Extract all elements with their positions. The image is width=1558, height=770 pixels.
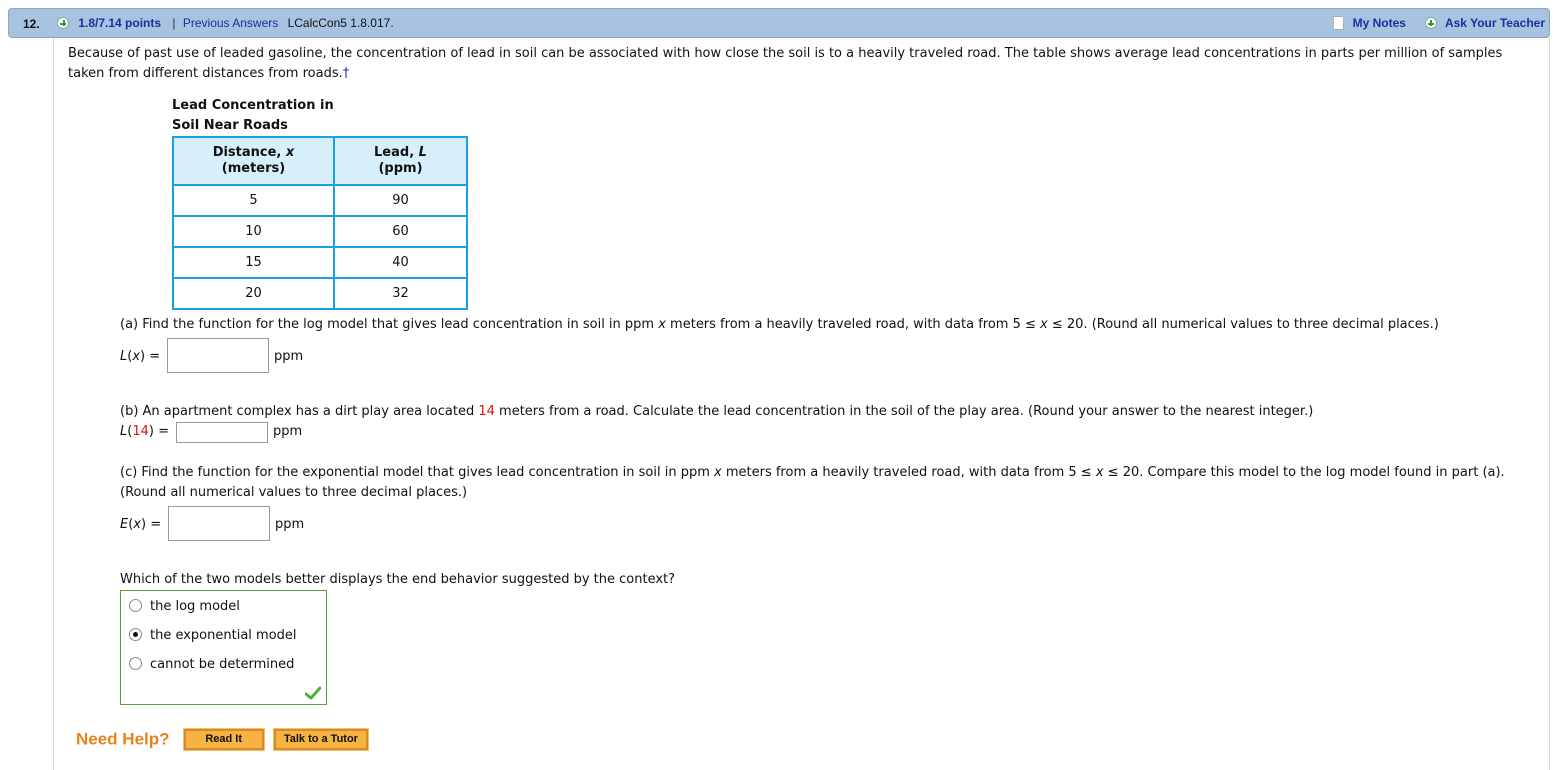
part-a-label: L(x) =	[120, 349, 161, 364]
part-b-prompt: (b) An apartment complex has a dirt play…	[120, 404, 1314, 419]
part-b-unit: ppm	[273, 424, 303, 439]
part-c-unit: ppm	[275, 517, 305, 532]
mc-question: Which of the two models better displays …	[120, 572, 676, 587]
note-icon[interactable]	[1333, 16, 1345, 30]
need-help-label: Need Help?	[76, 729, 170, 749]
part-c-prompt-line2: (Round all numerical values to three dec…	[120, 485, 468, 500]
table-title: Lead Concentration in Soil Near Roads	[172, 96, 334, 136]
cell-lead: 60	[333, 215, 468, 248]
read-it-button[interactable]: Read It	[182, 728, 265, 751]
cell-distance: 20	[172, 277, 335, 310]
part-a-prompt: (a) Find the function for the log model …	[120, 317, 1439, 332]
table-title-line1: Lead Concentration in	[172, 98, 334, 113]
content-left-border	[53, 38, 54, 770]
previous-answers-link[interactable]: Previous Answers	[183, 16, 278, 30]
part-c-label: E(x) =	[120, 517, 162, 532]
plus-circle-icon[interactable]	[57, 17, 69, 29]
table-header-row: Distance, x (meters) Lead, L (ppm)	[172, 136, 468, 186]
highlight-value: 14	[478, 404, 495, 419]
problem-intro: Because of past use of leaded gasoline, …	[68, 44, 1528, 84]
cell-distance: 5	[172, 184, 335, 217]
cell-lead: 90	[333, 184, 468, 217]
part-a-answer-input[interactable]	[167, 338, 269, 373]
ask-teacher-link[interactable]: Ask Your Teacher	[1445, 16, 1545, 30]
intro-text: Because of past use of leaded gasoline, …	[68, 46, 1503, 81]
table-row: 5 90	[172, 184, 468, 217]
need-help-bar: Need Help? Read It Talk to a Tutor	[76, 728, 369, 751]
talk-to-tutor-button[interactable]: Talk to a Tutor	[272, 728, 369, 751]
radio-button[interactable]	[129, 599, 142, 612]
question-number: 12.	[23, 17, 40, 31]
part-c-answer-input[interactable]	[168, 506, 270, 541]
table-title-line2: Soil Near Roads	[172, 118, 288, 133]
my-notes-link[interactable]: My Notes	[1353, 16, 1406, 30]
mc-option-undetermined[interactable]: cannot be determined	[129, 657, 294, 677]
part-a-unit: ppm	[274, 349, 304, 364]
part-b-answer-input[interactable]	[176, 422, 268, 443]
cell-lead: 40	[333, 246, 468, 279]
header-distance: Distance, x (meters)	[172, 136, 335, 186]
problem-code: LCalcCon5 1.8.017.	[287, 16, 394, 30]
mc-option-exponential[interactable]: the exponential model	[129, 628, 297, 648]
radio-button-selected[interactable]	[129, 628, 142, 641]
table-row: 10 60	[172, 215, 468, 248]
header-separator: |	[172, 16, 176, 30]
part-c-prompt: (c) Find the function for the exponentia…	[120, 465, 1505, 480]
footnote-dagger-link[interactable]: †	[343, 66, 350, 81]
plus-circle-icon[interactable]	[1424, 17, 1437, 29]
question-header: 12. 1.8/7.14 points | Previous Answers L…	[8, 8, 1550, 38]
cell-lead: 32	[333, 277, 468, 310]
header-lead: Lead, L (ppm)	[333, 136, 468, 186]
cell-distance: 10	[172, 215, 335, 248]
mc-options-group: the log model the exponential model cann…	[120, 590, 327, 705]
radio-button[interactable]	[129, 657, 142, 670]
table-row: 20 32	[172, 277, 468, 310]
checkmark-correct-icon	[305, 686, 321, 700]
table-row: 15 40	[172, 246, 468, 279]
cell-distance: 15	[172, 246, 335, 279]
part-b-label: L(14) =	[120, 424, 169, 439]
points-score[interactable]: 1.8/7.14 points	[78, 16, 161, 30]
mc-option-log[interactable]: the log model	[129, 599, 240, 619]
lead-concentration-table: Distance, x (meters) Lead, L (ppm) 5 90 …	[172, 136, 468, 310]
content-right-border	[1549, 38, 1550, 770]
